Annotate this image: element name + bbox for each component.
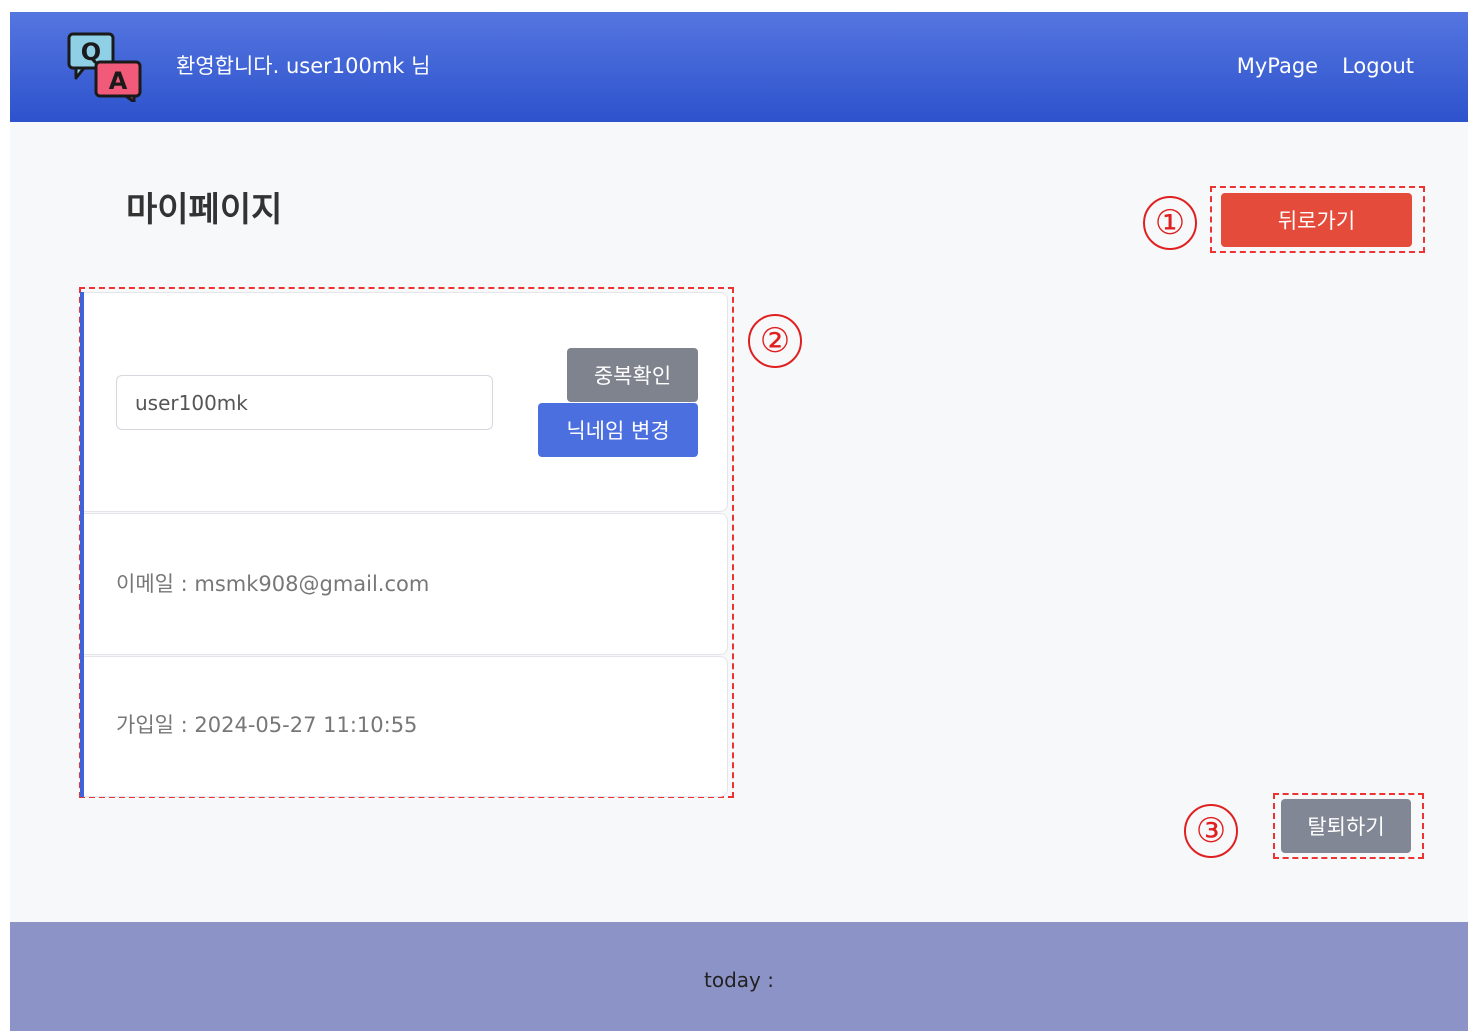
withdraw-button[interactable]: 탈퇴하기 — [1281, 799, 1411, 853]
join-date-text: 가입일 : 2024-05-27 11:10:55 — [116, 713, 418, 737]
duplicate-check-button[interactable]: 중복확인 — [567, 348, 698, 402]
back-button[interactable]: 뒤로가기 — [1221, 193, 1412, 247]
today-text: today : — [704, 968, 774, 992]
page-title: 마이페이지 — [126, 190, 283, 230]
join-date-card: 가입일 : 2024-05-27 11:10:55 — [84, 656, 728, 797]
header-nav: MyPage Logout — [1237, 52, 1414, 80]
page-frame: Q A 환영합니다. user100mk 님 MyPage Logout 마이페… — [10, 12, 1468, 1031]
annotation-marker-3: ③ — [1184, 804, 1238, 858]
email-text: 이메일 : msmk908@gmail.com — [116, 572, 430, 596]
qa-logo-icon: Q A — [67, 32, 142, 102]
nickname-input[interactable] — [116, 375, 493, 430]
change-nickname-button[interactable]: 닉네임 변경 — [538, 403, 698, 457]
nickname-card: 중복확인 닉네임 변경 — [84, 292, 728, 512]
welcome-text: 환영합니다. user100mk 님 — [176, 54, 431, 78]
mypage-link[interactable]: MyPage — [1237, 52, 1318, 80]
annotation-marker-2: ② — [748, 314, 802, 368]
email-card: 이메일 : msmk908@gmail.com — [84, 513, 728, 655]
annotation-marker-1: ① — [1143, 196, 1197, 250]
logo-a: A — [109, 67, 128, 95]
page-footer: today : — [10, 922, 1468, 1031]
profile-cards: 중복확인 닉네임 변경 이메일 : msmk908@gmail.com 가입일 … — [80, 292, 728, 797]
logout-link[interactable]: Logout — [1342, 52, 1414, 80]
top-header: Q A 환영합니다. user100mk 님 MyPage Logout — [10, 12, 1468, 122]
